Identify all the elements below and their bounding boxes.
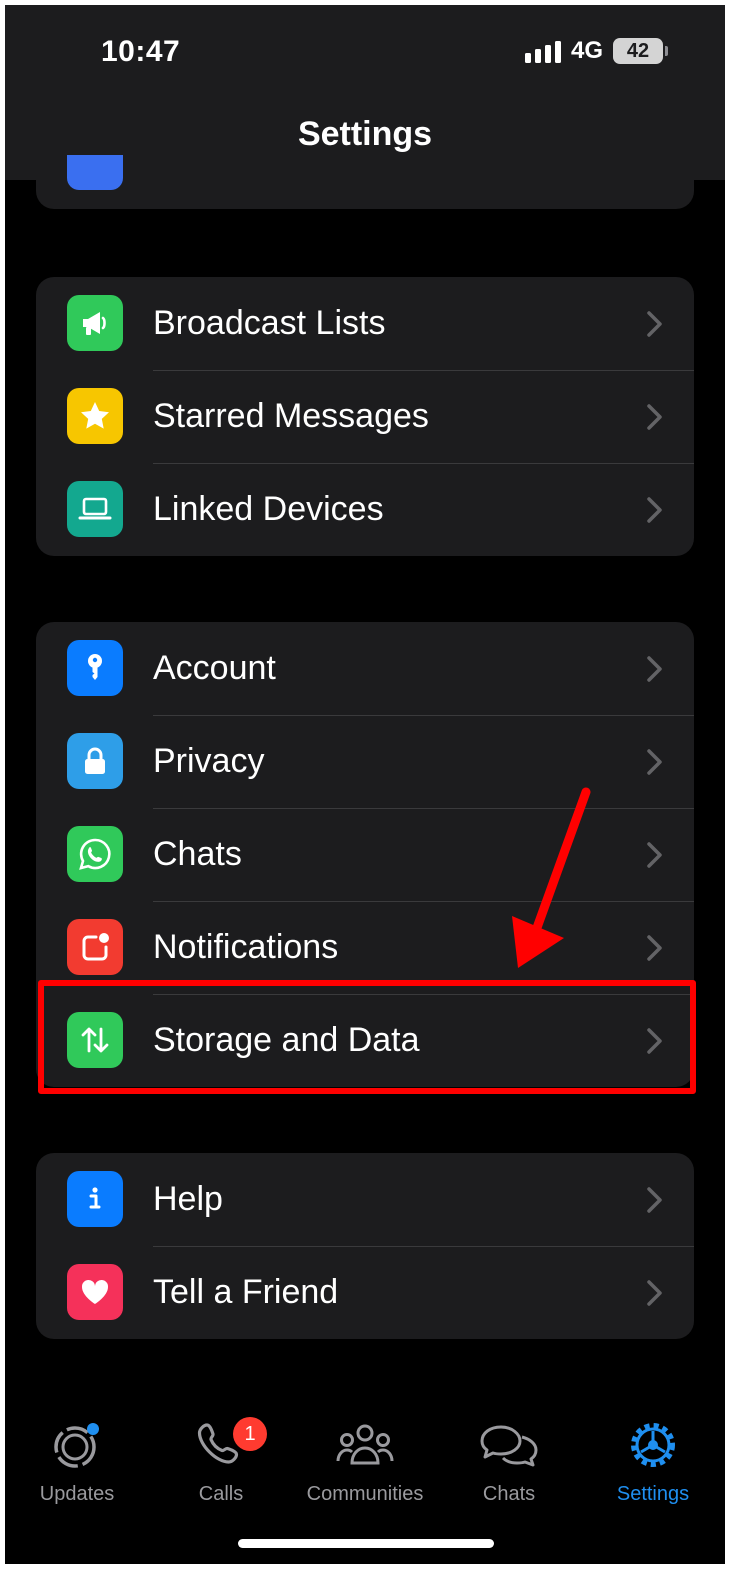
whatsapp-icon [67, 826, 123, 882]
star-icon [67, 388, 123, 444]
battery-icon: 42 [613, 38, 668, 64]
chevron-right-icon [647, 1280, 662, 1306]
item-label: Account [153, 649, 276, 687]
calls-badge: 1 [233, 1417, 267, 1451]
chevron-right-icon [647, 311, 662, 337]
signal-icon [524, 39, 561, 63]
item-label: Starred Messages [153, 397, 429, 435]
chevron-right-icon [647, 935, 662, 961]
tab-label: Updates [39, 1483, 115, 1505]
item-label: Tell a Friend [153, 1273, 339, 1311]
tab-settings[interactable]: Settings [583, 1419, 723, 1506]
item-label: Linked Devices [153, 490, 384, 528]
notification-icon [67, 919, 123, 975]
tab-label: Calls [198, 1483, 244, 1505]
settings-screen: 10:47 4G 42 Settings Broadcast Lists Sta… [5, 5, 725, 1564]
battery-level: 42 [626, 39, 650, 62]
profile-icon [67, 155, 123, 190]
chevron-right-icon [647, 656, 662, 682]
settings-group-3: Help Tell a Friend [36, 1153, 694, 1339]
updates-icon [54, 1423, 99, 1468]
item-label: Notifications [153, 928, 339, 966]
item-label: Storage and Data [153, 1021, 420, 1059]
status-indicators: 4G 42 [524, 37, 668, 65]
settings-item-help[interactable]: Help [36, 1153, 694, 1246]
settings-item-tell-a-friend[interactable]: Tell a Friend [36, 1246, 694, 1339]
settings-item-linked-devices[interactable]: Linked Devices [36, 463, 694, 556]
item-label: Privacy [153, 742, 265, 780]
key-icon [67, 640, 123, 696]
chat-bubbles-icon [480, 1425, 538, 1467]
settings-item-chats[interactable]: Chats [36, 808, 694, 901]
tab-calls[interactable]: 1 Calls [151, 1417, 291, 1506]
settings-group-2: Account Privacy Chats Notifications Stor… [36, 622, 694, 1087]
gear-icon [631, 1423, 675, 1467]
chevron-right-icon [647, 842, 662, 868]
tab-updates[interactable]: Updates [7, 1419, 147, 1506]
heart-icon [67, 1264, 123, 1320]
item-label: Help [153, 1180, 223, 1218]
chevron-right-icon [647, 404, 662, 430]
settings-item-privacy[interactable]: Privacy [36, 715, 694, 808]
chevron-right-icon [647, 749, 662, 775]
info-icon [67, 1171, 123, 1227]
megaphone-icon [67, 295, 123, 351]
chevron-right-icon [647, 1187, 662, 1213]
settings-item-starred-messages[interactable]: Starred Messages [36, 370, 694, 463]
tab-label: Communities [306, 1483, 424, 1505]
header: 10:47 4G 42 Settings [5, 5, 725, 180]
item-label: Broadcast Lists [153, 304, 386, 342]
settings-group-1: Broadcast Lists Starred Messages Linked … [36, 277, 694, 556]
tab-communities[interactable]: Communities [295, 1419, 435, 1506]
status-time: 10:47 [101, 35, 181, 68]
chevron-right-icon [647, 497, 662, 523]
arrows-updown-icon [67, 1012, 123, 1068]
laptop-icon [67, 481, 123, 537]
settings-item-broadcast-lists[interactable]: Broadcast Lists [36, 277, 694, 370]
lock-icon [67, 733, 123, 789]
tab-chats[interactable]: Chats [439, 1419, 579, 1506]
network-type: 4G [570, 37, 603, 64]
tab-label: Settings [616, 1483, 690, 1505]
page-title: Settings [297, 115, 433, 153]
home-indicator[interactable] [238, 1539, 494, 1548]
chevron-right-icon [647, 1028, 662, 1054]
settings-item-account[interactable]: Account [36, 622, 694, 715]
settings-group-top-partial [36, 155, 694, 209]
tab-label: Chats [482, 1483, 536, 1505]
item-label: Chats [153, 835, 242, 873]
settings-item-storage-and-data[interactable]: Storage and Data [36, 994, 694, 1087]
settings-item-notifications[interactable]: Notifications [36, 901, 694, 994]
communities-icon [336, 1424, 394, 1465]
